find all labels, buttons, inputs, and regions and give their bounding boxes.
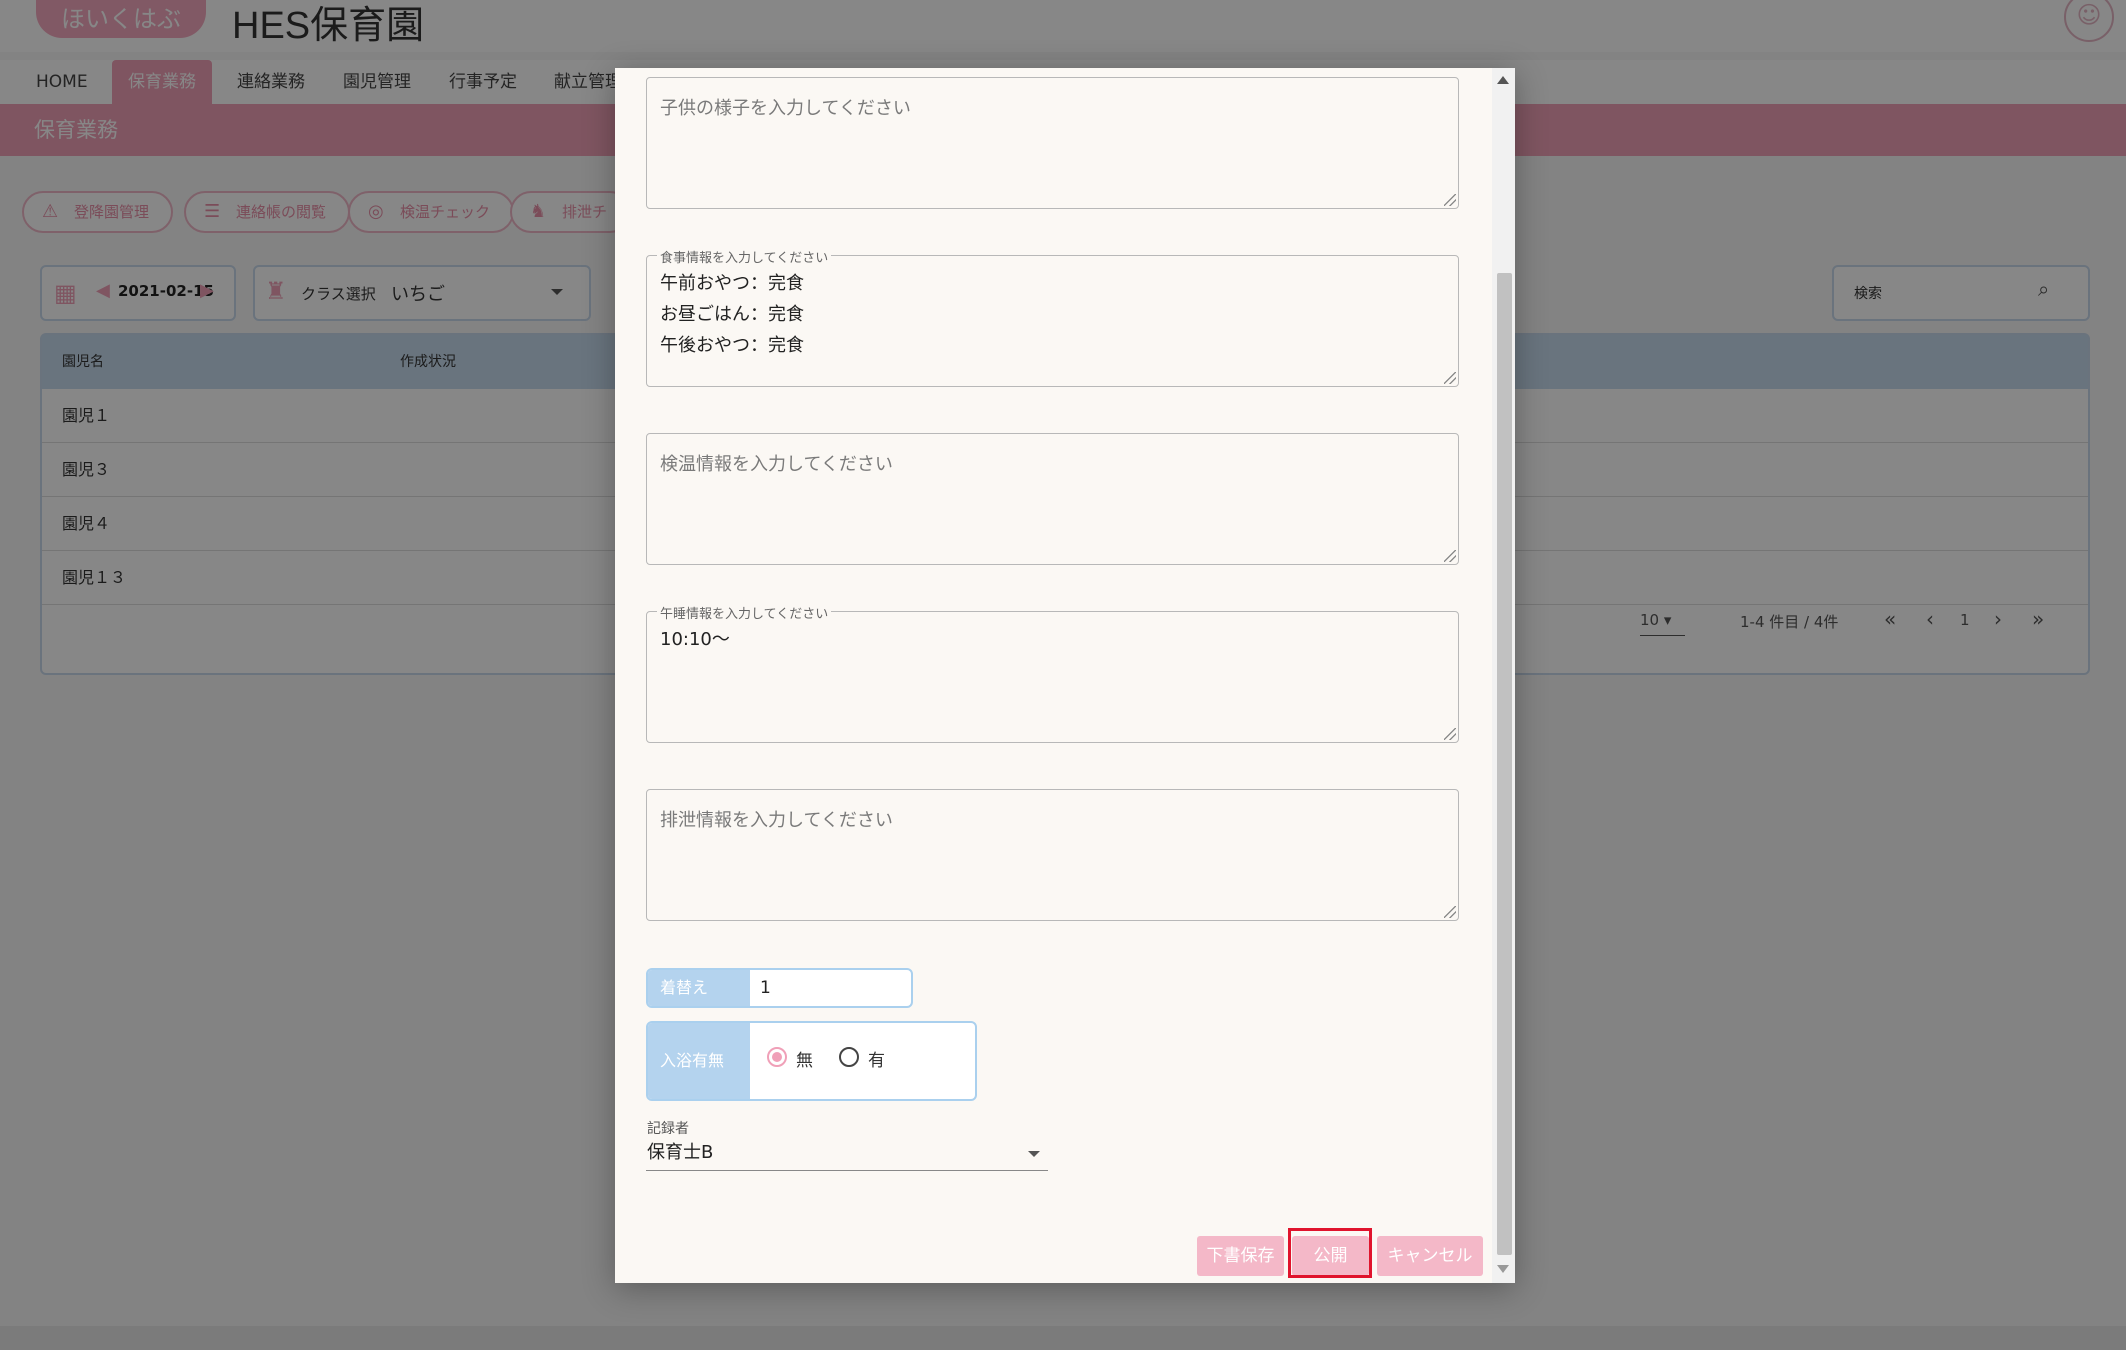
temperature-textarea[interactable]: 検温情報を入力してください (646, 433, 1459, 565)
recorder-label: 記録者 (647, 1121, 689, 1137)
scroll-thumb[interactable] (1497, 273, 1512, 1255)
meal-line: 午前おやつ：完食 (660, 273, 804, 294)
resize-handle[interactable] (1444, 372, 1456, 384)
bath-radio-yes[interactable] (839, 1047, 859, 1067)
scroll-down-icon[interactable] (1497, 1265, 1509, 1273)
clothes-input[interactable]: 1 (760, 970, 771, 1006)
recorder-select[interactable]: 保育士B (646, 1138, 1048, 1171)
bath-field: 入浴有無 無 有 (646, 1021, 977, 1101)
cancel-button[interactable]: キャンセル (1377, 1236, 1483, 1276)
save-draft-button[interactable]: 下書保存 (1197, 1236, 1284, 1276)
excretion-placeholder: 排泄情報を入力してください (660, 810, 893, 831)
clothes-field[interactable]: 着替え 1 (646, 968, 913, 1008)
child-state-placeholder: 子供の様子を入力してください (660, 98, 911, 119)
temperature-placeholder: 検温情報を入力してください (660, 454, 893, 475)
resize-handle[interactable] (1444, 550, 1456, 562)
chevron-down-icon (1028, 1151, 1040, 1157)
nap-value: 10:10～ (660, 629, 730, 650)
child-state-textarea[interactable]: 子供の様子を入力してください (646, 77, 1459, 209)
publish-highlight-box (1288, 1228, 1372, 1278)
meal-line: 午後おやつ：完食 (660, 335, 804, 356)
scroll-up-icon[interactable] (1497, 76, 1509, 84)
bath-option-no-label[interactable]: 無 (796, 1046, 813, 1071)
bath-label: 入浴有無 (648, 1023, 750, 1099)
excretion-textarea[interactable]: 排泄情報を入力してください (646, 789, 1459, 921)
clothes-label: 着替え (648, 970, 750, 1006)
meal-textarea[interactable]: 食事情報を入力してください 午前おやつ：完食 お昼ごはん：完食 午後おやつ：完食 (646, 247, 1459, 387)
meal-legend: 食事情報を入力してください (657, 247, 832, 266)
bath-radio-no[interactable] (767, 1047, 787, 1067)
bath-option-yes-label[interactable]: 有 (868, 1046, 885, 1071)
resize-handle[interactable] (1444, 728, 1456, 740)
daily-record-dialog: 子供の様子を入力してください 食事情報を入力してください 午前おやつ：完食 お昼… (615, 68, 1515, 1283)
dialog-scrollbar[interactable] (1492, 68, 1515, 1283)
resize-handle[interactable] (1444, 906, 1456, 918)
meal-line: お昼ごはん：完食 (660, 304, 804, 325)
nap-legend: 午睡情報を入力してください (657, 603, 832, 622)
nap-textarea[interactable]: 午睡情報を入力してください 10:10～ (646, 603, 1459, 743)
resize-handle[interactable] (1444, 194, 1456, 206)
recorder-value: 保育士B (647, 1142, 714, 1163)
